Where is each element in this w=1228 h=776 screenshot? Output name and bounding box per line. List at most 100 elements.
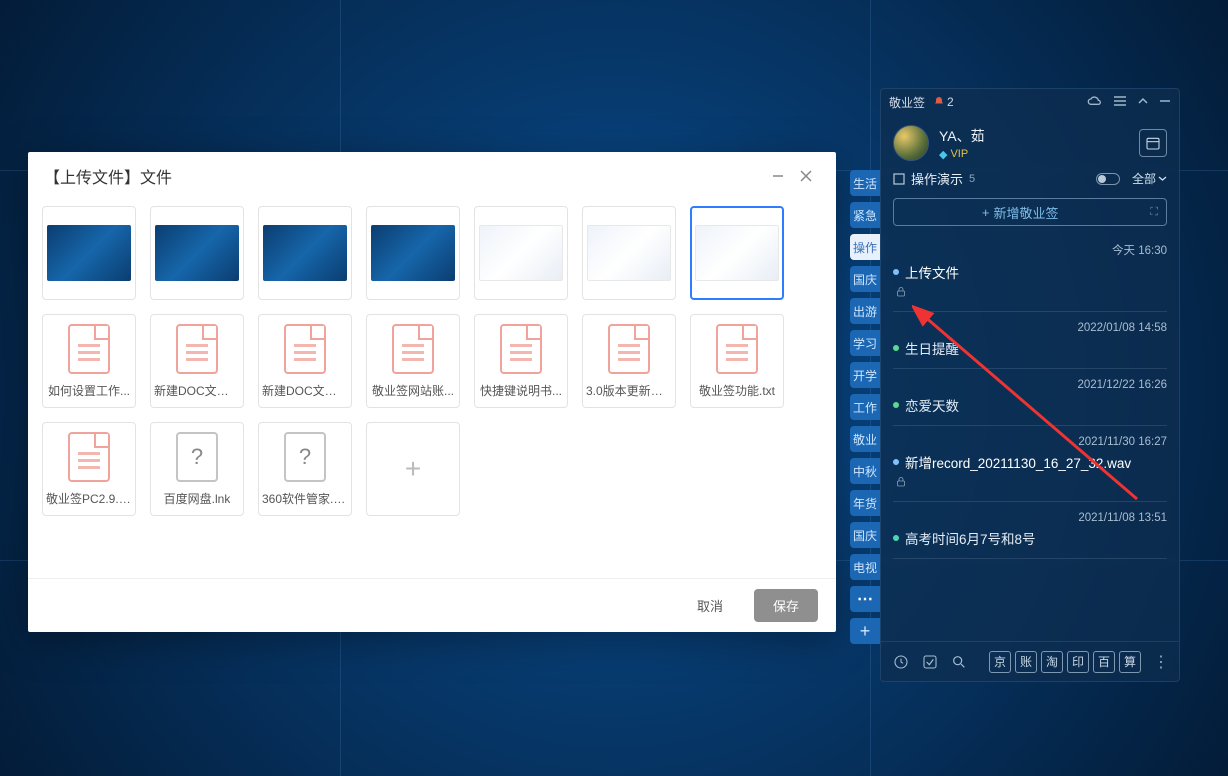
shortcut-button[interactable]: 账: [1015, 651, 1037, 673]
image-tile[interactable]: [582, 206, 676, 300]
close-button[interactable]: [792, 164, 820, 188]
minimize-button[interactable]: [764, 164, 792, 188]
section-title: 操作演示: [911, 169, 963, 188]
category-tab[interactable]: 开学: [850, 362, 880, 388]
image-tile[interactable]: [42, 206, 136, 300]
file-tile[interactable]: 敬业签PC2.9.0...: [42, 422, 136, 516]
category-strip: 生活紧急操作国庆出游学习开学工作敬业中秋年货国庆电视⋯+: [850, 170, 880, 644]
upload-titlebar: 【上传文件】文件: [28, 152, 836, 198]
note-icon: [893, 173, 905, 185]
cancel-button[interactable]: 取消: [678, 589, 742, 622]
more-icon[interactable]: ⋮: [1153, 652, 1169, 672]
file-tile[interactable]: 快捷键说明书...: [474, 314, 568, 408]
bell-badge[interactable]: 2: [933, 95, 954, 109]
file-tile[interactable]: ?百度网盘.lnk: [150, 422, 244, 516]
note-title: 高考时间6月7号和8号: [905, 528, 1036, 548]
file-name: 360软件管家.lnk: [262, 490, 348, 507]
upload-dialog: 【上传文件】文件 如何设置工作... 新建DOC文档(... 新建DOC文档(...…: [28, 152, 836, 632]
file-name: 新建DOC文档(...: [262, 382, 348, 399]
category-tab[interactable]: 电视: [850, 554, 880, 580]
file-tile[interactable]: 敬业签网站账...: [366, 314, 460, 408]
image-tile[interactable]: [474, 206, 568, 300]
file-name: 快捷键说明书...: [480, 382, 562, 399]
menu-icon[interactable]: [1113, 95, 1127, 110]
category-tab[interactable]: 工作: [850, 394, 880, 420]
file-name: 敬业签网站账...: [372, 382, 454, 399]
category-add[interactable]: +: [850, 618, 880, 644]
status-dot: [893, 345, 899, 351]
category-tab[interactable]: 国庆: [850, 522, 880, 548]
chevron-down-icon: [1158, 174, 1167, 183]
category-tab[interactable]: 紧急: [850, 202, 880, 228]
image-tile[interactable]: [258, 206, 352, 300]
category-tab[interactable]: 操作: [850, 234, 880, 260]
avatar[interactable]: [893, 125, 929, 161]
status-dot: [893, 459, 899, 465]
upload-title: 【上传文件】文件: [44, 164, 172, 188]
file-tile[interactable]: 新建DOC文档(...: [258, 314, 352, 408]
file-name: 3.0版本更新会...: [586, 382, 672, 399]
note-date: 2022/01/08 14:58: [893, 322, 1167, 334]
add-file-button[interactable]: +: [366, 422, 460, 516]
note-item[interactable]: 2022/01/08 14:58 生日提醒: [893, 312, 1167, 369]
note-list: 今天 16:30 上传文件 2022/01/08 14:58 生日提醒 2021/12/…: [881, 232, 1179, 612]
file-name: 新建DOC文档(...: [154, 382, 240, 399]
category-tab[interactable]: 中秋: [850, 458, 880, 484]
file-name: 敬业签PC2.9.0...: [46, 490, 132, 507]
image-tile[interactable]: [366, 206, 460, 300]
category-tab[interactable]: 年货: [850, 490, 880, 516]
user-name: YA、茹: [939, 126, 985, 146]
shortcut-button[interactable]: 算: [1119, 651, 1141, 673]
cloud-icon[interactable]: [1087, 95, 1103, 110]
panel-top: 敬业签 2: [881, 89, 1179, 115]
category-tab[interactable]: 学习: [850, 330, 880, 356]
panel-minimize-icon[interactable]: [1159, 95, 1171, 109]
app-name: 敬业签: [889, 94, 925, 111]
note-date: 2021/11/08 13:51: [893, 512, 1167, 524]
filter-dropdown[interactable]: 全部: [1132, 170, 1167, 187]
shortcut-button[interactable]: 印: [1067, 651, 1089, 673]
file-tile[interactable]: ?360软件管家.lnk: [258, 422, 352, 516]
profile-row: YA、茹 ◆VIP: [881, 115, 1179, 167]
lock-icon: [895, 286, 1167, 301]
shortcut-button[interactable]: 百: [1093, 651, 1115, 673]
search-icon[interactable]: [950, 652, 969, 672]
section-count: 5: [969, 173, 975, 185]
expand-icon: ⛶: [1150, 206, 1158, 219]
note-item[interactable]: 2021/12/22 16:26恋爱天数: [893, 369, 1167, 426]
add-note-button[interactable]: + 新增敬业签 ⛶: [893, 198, 1167, 226]
calendar-icon[interactable]: [1139, 129, 1167, 157]
shortcut-button[interactable]: 淘: [1041, 651, 1063, 673]
save-button[interactable]: 保存: [754, 589, 818, 622]
collapse-icon[interactable]: [1137, 95, 1149, 109]
panel-bottom: 京账淘印百算 ⋮: [881, 641, 1179, 681]
note-date: 今天 16:30: [893, 242, 1167, 258]
file-grid: 如何设置工作... 新建DOC文档(... 新建DOC文档(... 敬业签网站账...…: [28, 198, 836, 524]
image-tile[interactable]: [150, 206, 244, 300]
category-tab[interactable]: 国庆: [850, 266, 880, 292]
note-title: 生日提醒: [905, 338, 959, 358]
file-tile[interactable]: 新建DOC文档(...: [150, 314, 244, 408]
file-tile[interactable]: 3.0版本更新会...: [582, 314, 676, 408]
file-tile[interactable]: 敬业签功能.txt: [690, 314, 784, 408]
check-icon[interactable]: [920, 652, 939, 672]
clock-icon[interactable]: [891, 652, 910, 672]
note-item[interactable]: 2021/11/08 13:51 高考时间6月7号和8号: [893, 502, 1167, 559]
notes-panel: 敬业签 2 YA、茹 ◆VIP 操作演示 5 全部 +: [880, 88, 1180, 682]
category-tab[interactable]: 生活: [850, 170, 880, 196]
status-dot: [893, 402, 899, 408]
category-tab[interactable]: 敬业: [850, 426, 880, 452]
note-title: 上传文件: [905, 262, 959, 282]
note-item[interactable]: 2021/11/30 16:27新增record_20211130_16_27_…: [893, 426, 1167, 502]
status-dot: [893, 269, 899, 275]
note-title: 新增record_20211130_16_27_32.wav: [905, 452, 1131, 472]
category-more[interactable]: ⋯: [850, 586, 880, 612]
bell-count: 2: [947, 95, 954, 109]
file-tile[interactable]: 如何设置工作...: [42, 314, 136, 408]
note-item[interactable]: 今天 16:30 上传文件: [893, 232, 1167, 312]
view-toggle[interactable]: [1096, 173, 1120, 185]
shortcut-button[interactable]: 京: [989, 651, 1011, 673]
image-tile[interactable]: [690, 206, 784, 300]
category-tab[interactable]: 出游: [850, 298, 880, 324]
file-name: 敬业签功能.txt: [699, 382, 775, 399]
